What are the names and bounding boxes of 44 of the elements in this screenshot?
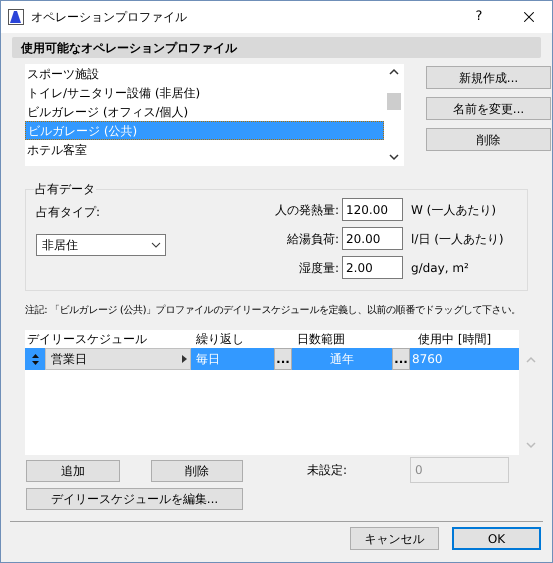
dialog-button[interactable]: キャンセル (350, 527, 439, 550)
delete-button[interactable]: 削除 (151, 460, 243, 482)
profile-action-button[interactable]: 名前を変更... (426, 97, 551, 120)
section-header: 使用可能なオペレーションプロファイル (12, 37, 541, 58)
value-field[interactable]: 20.00 (342, 227, 403, 250)
app-logo-icon (8, 9, 24, 25)
value-field[interactable]: 2.00 (342, 256, 403, 279)
dialog-button[interactable]: OK (452, 527, 541, 550)
column-header: 使用中 [時間] (417, 331, 492, 348)
profile-list-item[interactable]: ホテル客室 (25, 140, 384, 159)
occupancy-type-dropdown[interactable]: 非居住 (36, 234, 166, 256)
unit-label: W (一人あたり) (411, 202, 496, 218)
profile-list-item[interactable]: トイレ/サニタリー設備 (非居住) (25, 83, 384, 102)
value-field[interactable]: 120.00 (342, 198, 403, 221)
unset-label: 未設定: (307, 462, 348, 479)
profile-action-button[interactable]: 削除 (426, 128, 551, 151)
schedule-row[interactable]: 営業日 毎日 ... 通年 ... 8760 (25, 348, 519, 370)
triangle-right-icon (182, 355, 187, 363)
scroll-down-icon[interactable] (389, 154, 399, 161)
column-header: 繰り返し (195, 331, 245, 348)
profile-list-item[interactable]: ビルガレージ (オフィス/個人) (25, 102, 384, 121)
schedule-cell[interactable]: 営業日 (45, 348, 191, 370)
group-title: 占有データ (34, 181, 96, 197)
column-header: 日数範囲 (296, 331, 346, 348)
note-text: 注記: 「ビルガレージ (公共)」プロファイルのデイリースケジュールを定義し、以前の順番でドラッグして下さい。 (24, 304, 522, 318)
repeat-more-button[interactable]: ... (274, 348, 292, 370)
column-header: デイリースケジュール (26, 331, 148, 348)
add-button[interactable]: 追加 (26, 460, 120, 482)
unit-label: g/day, m² (411, 260, 469, 276)
field-label: 人の発熱量: (274, 202, 340, 218)
help-button[interactable]: ? (464, 3, 494, 31)
scroll-up-icon[interactable] (389, 68, 399, 75)
edit-schedule-button[interactable]: デイリースケジュールを編集... (26, 488, 243, 510)
unit-label: l/日 (一人あたり) (411, 230, 504, 248)
field-label: 給湯負荷: (286, 230, 340, 248)
day-range-more-button[interactable]: ... (392, 348, 410, 370)
drag-handle-icon[interactable] (32, 354, 38, 364)
scrollbar-thumb[interactable] (387, 93, 401, 110)
occupancy-type-label: 占有タイプ: (36, 204, 102, 221)
profile-action-button[interactable]: 新規作成... (426, 66, 551, 89)
window-title: オペレーションプロファイル (31, 9, 187, 26)
profile-list-item[interactable]: スポーツ施設 (25, 64, 384, 83)
chevron-down-icon (151, 242, 161, 248)
field-label: 湿度量: (298, 260, 340, 276)
